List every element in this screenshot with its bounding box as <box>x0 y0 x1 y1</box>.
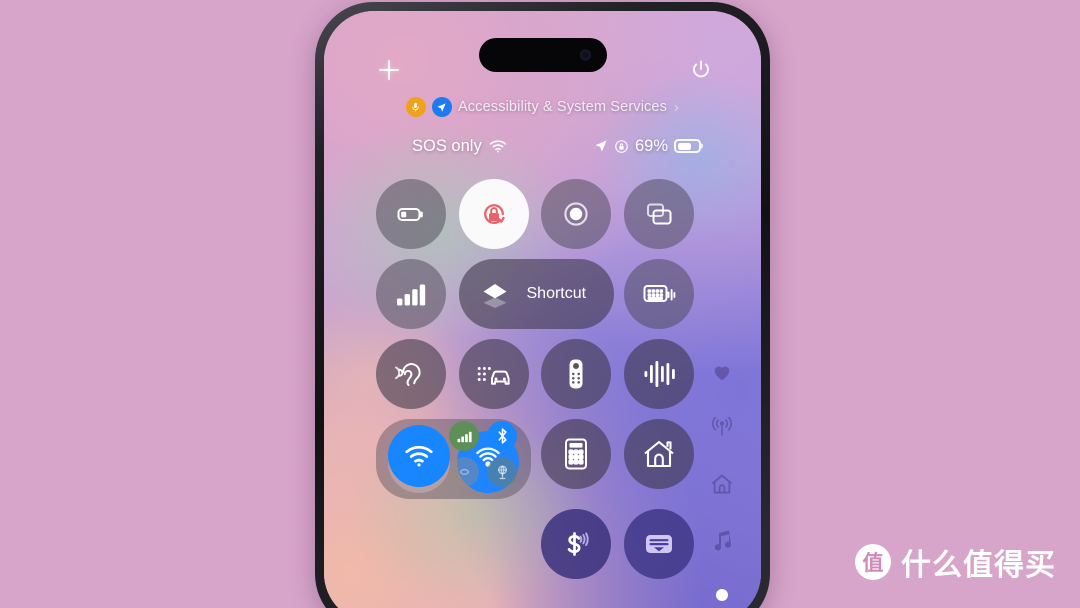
control-row-5 <box>376 509 696 579</box>
rotation-lock-icon <box>476 196 512 232</box>
breadcrumb[interactable]: Accessibility & System Services › <box>324 94 761 120</box>
control-row-4 <box>376 419 696 499</box>
ear-icon <box>394 357 428 391</box>
rotation-lock-icon <box>614 139 629 154</box>
bluetooth-toggle[interactable] <box>487 421 517 451</box>
screen-mirroring-tile[interactable] <box>623 179 694 249</box>
signal-bars-icon <box>456 429 473 444</box>
status-bar: SOS only 69% <box>324 133 761 159</box>
waveform-icon <box>642 358 676 390</box>
dollar-wave-icon <box>559 527 593 561</box>
tap-to-pay-tile[interactable] <box>541 509 611 579</box>
watermark-text: 什么值得买 <box>901 548 1056 583</box>
microphone-icon <box>405 97 426 117</box>
broadcast-icon[interactable] <box>710 417 734 439</box>
carrier-label: SOS only <box>412 136 482 155</box>
control-row-1 <box>376 179 696 249</box>
dynamic-island <box>478 38 607 72</box>
control-center-rail <box>705 361 739 551</box>
front-camera-icon <box>579 49 591 61</box>
battery-percent-label: 69% <box>634 136 668 155</box>
phone-screen: Accessibility & System Services › SOS on… <box>324 11 761 608</box>
location-arrow-icon <box>594 139 608 153</box>
music-note-icon[interactable] <box>712 529 732 551</box>
control-center-grid: Shortcut <box>376 179 696 589</box>
shortcut-tile[interactable]: Shortcut <box>458 259 614 329</box>
hotspot-icon <box>456 464 473 481</box>
heart-icon[interactable] <box>711 361 733 383</box>
power-button[interactable] <box>689 58 713 82</box>
signal-bars-icon <box>395 279 427 309</box>
cellular-data-tile[interactable] <box>376 259 446 329</box>
wifi-icon <box>489 139 507 153</box>
battery-icon <box>674 139 701 153</box>
car-motion-icon <box>476 358 512 390</box>
battery-icon <box>394 197 428 231</box>
calculator-icon <box>561 437 591 471</box>
sound-recognition-tile[interactable] <box>623 339 694 409</box>
cellular-toggle[interactable] <box>449 421 479 451</box>
wallet-icon <box>642 529 676 559</box>
location-arrow-icon <box>431 97 452 117</box>
vpn-toggle[interactable] <box>487 457 517 487</box>
bluetooth-icon <box>495 427 510 445</box>
rotation-lock-tile[interactable] <box>458 179 529 249</box>
screen-mirroring-icon <box>642 197 676 231</box>
home-icon <box>641 437 677 471</box>
keyboard-icon <box>641 278 677 310</box>
remote-icon <box>561 357 591 391</box>
vpn-icon <box>494 464 511 481</box>
home-icon[interactable] <box>710 473 734 495</box>
low-power-mode-tile[interactable] <box>376 179 446 249</box>
connectivity-module[interactable] <box>376 419 531 499</box>
screen-recording-tile[interactable] <box>541 179 611 249</box>
wifi-icon <box>404 444 434 468</box>
keyboard-dictation-tile[interactable] <box>623 259 694 329</box>
wifi-toggle[interactable] <box>388 425 450 487</box>
home-tile[interactable] <box>623 419 694 489</box>
chevron-right-icon: › <box>674 98 680 116</box>
vehicle-motion-cues-tile[interactable] <box>458 339 529 409</box>
page-dot[interactable] <box>716 589 728 601</box>
wallet-tile[interactable] <box>623 509 694 579</box>
apple-tv-remote-tile[interactable] <box>541 339 611 409</box>
hearing-tile[interactable] <box>376 339 446 409</box>
phone-device: Accessibility & System Services › SOS on… <box>315 2 770 608</box>
breadcrumb-label: Accessibility & System Services <box>457 99 668 115</box>
add-control-button[interactable] <box>376 57 402 83</box>
layers-icon <box>477 276 513 312</box>
watermark-logo: 值 <box>855 544 891 580</box>
shortcut-label: Shortcut <box>526 285 587 302</box>
calculator-tile[interactable] <box>541 419 611 489</box>
control-row-3 <box>376 339 696 409</box>
record-icon <box>559 197 593 231</box>
watermark: 值 什么值得买 <box>855 540 1056 584</box>
personal-hotspot-toggle[interactable] <box>449 457 479 487</box>
control-row-2: Shortcut <box>376 259 696 329</box>
